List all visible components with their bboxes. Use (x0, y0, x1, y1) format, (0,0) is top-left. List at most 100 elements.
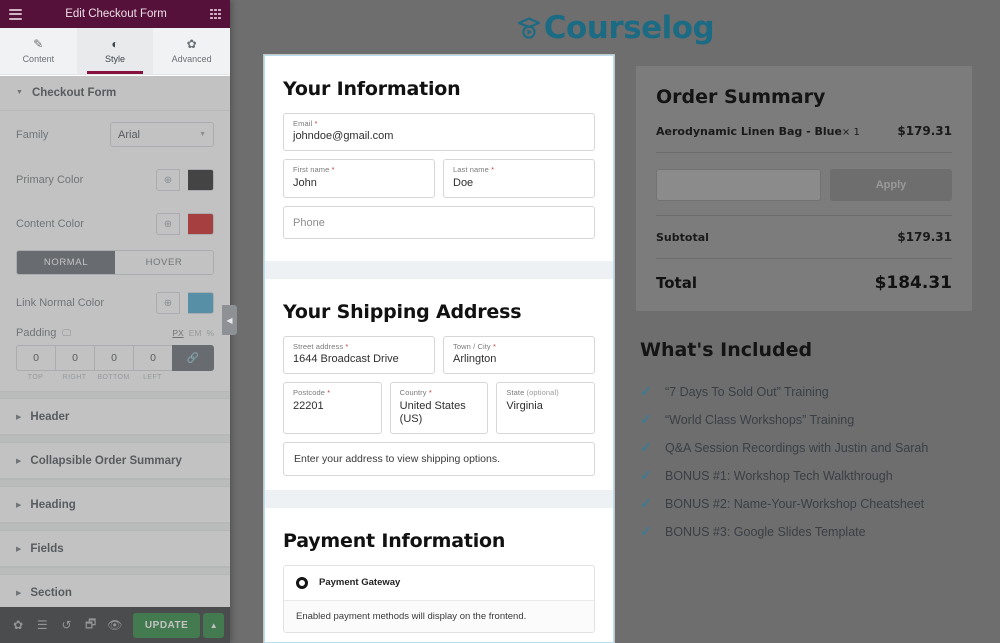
globals-icon[interactable]: ⊕ (156, 213, 180, 235)
unit-px[interactable]: PX (172, 328, 183, 338)
group-separator (0, 567, 230, 575)
street-address-field[interactable]: Street address * 1644 Broadcast Drive (283, 335, 435, 375)
apply-coupon-button[interactable]: Apply (830, 169, 952, 201)
update-button[interactable]: UPDATE (132, 612, 201, 638)
order-summary-heading: Order Summary (656, 86, 826, 108)
graduation-cap-play-icon (516, 15, 542, 41)
content-color-swatch[interactable] (188, 213, 214, 235)
coupon-row: Coupon Code Apply (656, 169, 952, 201)
town-city-field[interactable]: Town / City * Arlington (443, 335, 595, 375)
phone-field[interactable]: Phone (283, 205, 595, 239)
radio-selected-icon[interactable] (296, 576, 308, 589)
state-hover-tab[interactable]: HOVER (115, 251, 213, 274)
link-normal-color-label: Link Normal Color (16, 297, 105, 309)
list-item: ✓ Q&A Session Recordings with Justin and… (640, 439, 968, 456)
padding-bottom-label: BOTTOM (97, 374, 130, 381)
whats-included-heading: What's Included (640, 339, 813, 361)
order-summary-card: Order Summary Aerodynamic Linen Bag - Bl… (636, 66, 972, 311)
list-item: ✓ BONUS #1: Workshop Tech Walkthrough (640, 467, 968, 484)
divider (656, 258, 952, 259)
link-normal-color-swatch[interactable] (188, 292, 214, 314)
coupon-input[interactable]: Coupon Code (656, 169, 821, 201)
padding-top-input[interactable]: 0 (16, 345, 55, 371)
layers-icon[interactable]: ☰ (30, 607, 54, 643)
payment-methods-box: Payment Gateway Enabled payment methods … (283, 564, 595, 633)
state-toggle-group: NORMAL HOVER (16, 250, 214, 275)
section-header-label: Header (30, 410, 70, 423)
settings-icon[interactable]: ✿ (6, 607, 30, 643)
postcode-field[interactable]: Postcode * 22201 (283, 382, 382, 434)
section-fields-label: Fields (30, 542, 64, 555)
link-values-icon[interactable]: 🔗 (172, 345, 214, 371)
email-field[interactable]: Email * johndoe@gmail.com (283, 113, 595, 152)
primary-color-label: Primary Color (16, 174, 84, 186)
padding-bottom-input[interactable]: 0 (94, 345, 133, 371)
unit-em[interactable]: EM (189, 328, 202, 338)
street-address-label: Street address (293, 341, 344, 351)
checkout-form-widget[interactable]: Your Information Email * johndoe@gmail.c… (264, 55, 614, 643)
hamburger-icon[interactable] (9, 8, 22, 20)
list-item: ✓ BONUS #3: Google Slides Template (640, 523, 968, 540)
responsive-icon[interactable]: 🗗 (79, 607, 103, 643)
chevron-down-icon: ▼ (16, 89, 23, 96)
order-item-price: $179.31 (897, 124, 952, 138)
gear-icon: ✿ (186, 37, 197, 51)
last-name-field[interactable]: Last name * Doe (443, 159, 595, 198)
your-information-section: Your Information Email * johndoe@gmail.c… (265, 56, 613, 261)
padding-left-input[interactable]: 0 (133, 345, 172, 371)
update-options-button[interactable]: ▲ (203, 612, 225, 638)
padding-units: PX EM % (172, 328, 214, 338)
tab-advanced[interactable]: ✿ Advanced (153, 28, 230, 74)
tab-style[interactable]: ◐ Style (76, 28, 154, 74)
globals-icon[interactable]: ⊕ (156, 169, 180, 191)
section-heading[interactable]: ▶ Heading (0, 487, 230, 523)
content-color-label: Content Color (16, 218, 84, 230)
state-label: State (506, 388, 525, 398)
total-row: Total $184.31 (656, 273, 952, 293)
chevron-right-icon: ▶ (16, 501, 22, 509)
section-header[interactable]: ▶ Header (0, 399, 230, 435)
first-name-field[interactable]: First name * John (283, 159, 435, 198)
section-checkout-form[interactable]: ▼ Checkout Form (0, 75, 230, 111)
preview-eye-icon[interactable]: 👁 (103, 607, 127, 643)
font-family-select[interactable]: Arial ▼ (110, 122, 214, 147)
subtotal-row: Subtotal $179.31 (656, 230, 952, 244)
country-field[interactable]: Country * United States (US) (389, 382, 489, 434)
state-normal-tab[interactable]: NORMAL (17, 251, 115, 274)
pencil-icon: ✎ (33, 37, 44, 51)
elementor-panel: Edit Checkout Form ✎ Content ◐ Style ✿ A… (0, 0, 230, 643)
email-label: Email (293, 119, 313, 128)
check-icon: ✓ (640, 439, 652, 455)
history-icon[interactable]: ↺ (54, 607, 78, 643)
elementor-editor-screen: Courselog Order Summary Aerodynamic Line… (0, 0, 1000, 643)
panel-footer: ✿ ☰ ↺ 🗗 👁 UPDATE ▲ (0, 607, 230, 643)
section-heading-label: Heading (30, 498, 76, 511)
chevron-right-icon: ▶ (16, 589, 22, 597)
section-section[interactable]: ▶ Section (0, 575, 230, 607)
country-label: Country (399, 388, 427, 398)
section-collapsible-order-summary[interactable]: ▶ Collapsible Order Summary (0, 443, 230, 479)
list-item-label: BONUS #3: Google Slides Template (665, 524, 866, 539)
padding-side-labels: TOP RIGHT BOTTOM LEFT (16, 374, 214, 381)
order-line-item: Aerodynamic Linen Bag - Blue× 1 $179.31 (656, 124, 952, 138)
list-item-label: BONUS #2: Name-Your-Workshop Cheatsheet (665, 496, 925, 511)
list-item: ✓ “7 Days To Sold Out” Training (640, 383, 968, 400)
phone-placeholder: Phone (293, 216, 325, 229)
control-font-family: Family Arial ▼ (0, 111, 230, 158)
grid-icon[interactable] (210, 8, 221, 20)
site-logo[interactable]: Courselog (516, 10, 715, 46)
state-field[interactable]: State (optional) Virginia (496, 382, 596, 434)
panel-tabs: ✎ Content ◐ Style ✿ Advanced (0, 28, 230, 75)
panel-collapse-handle[interactable]: ◀ (222, 305, 237, 335)
section-fields[interactable]: ▶ Fields (0, 531, 230, 567)
payment-gateway-option[interactable]: Payment Gateway (284, 565, 594, 600)
check-icon: ✓ (640, 495, 652, 511)
tab-content-label: Content (22, 54, 55, 64)
padding-right-input[interactable]: 0 (55, 345, 94, 371)
primary-color-swatch[interactable] (188, 169, 214, 191)
desktop-icon[interactable]: 🖵 (62, 328, 71, 339)
tab-content[interactable]: ✎ Content (0, 28, 77, 74)
globals-icon[interactable]: ⊕ (156, 292, 180, 314)
unit-percent[interactable]: % (206, 328, 214, 338)
chevron-down-icon: ▼ (199, 131, 206, 138)
